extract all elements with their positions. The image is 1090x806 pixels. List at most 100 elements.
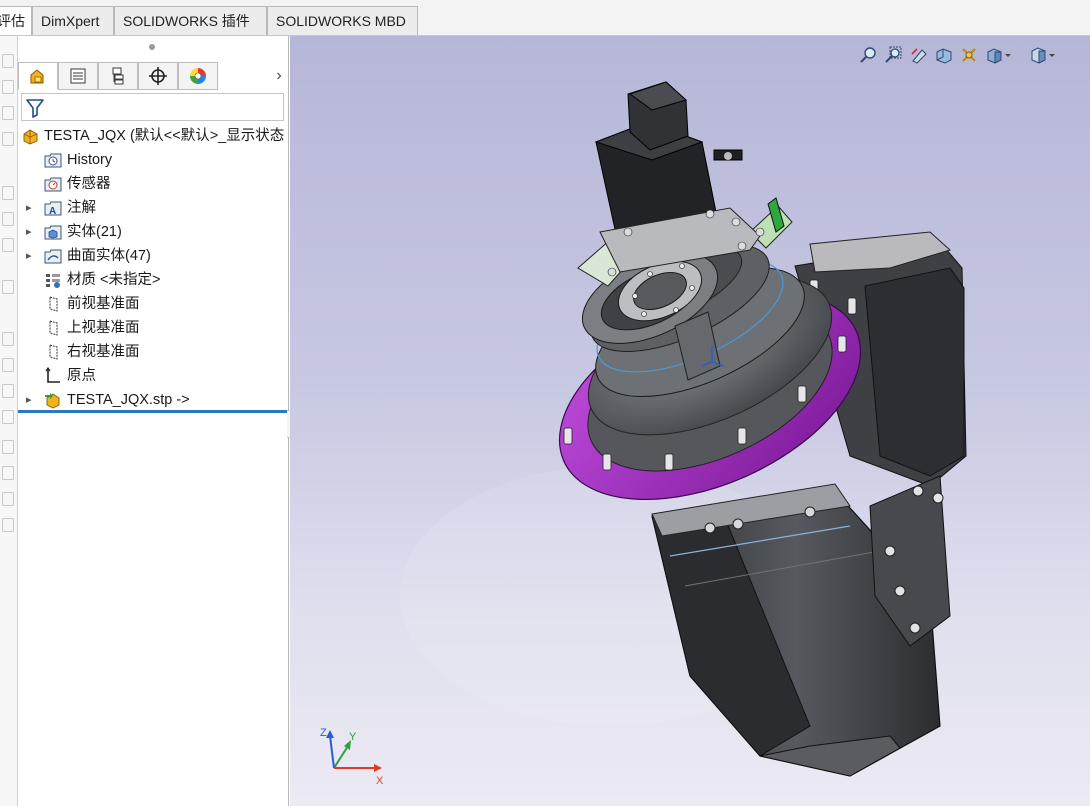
solidworks-window: 评估 DimXpert SOLIDWORKS 插件 SOLIDWORKS MBD (0, 0, 1090, 806)
dimxpert-manager-icon (149, 67, 167, 85)
tree-item-label: History (67, 152, 113, 168)
view-orientation-icon (987, 48, 1011, 64)
tab-evaluate[interactable]: 评估 (0, 6, 32, 35)
imported-part-icon (45, 393, 60, 409)
tab-solidworks-addins[interactable]: SOLIDWORKS 插件 (114, 6, 267, 35)
tab-dimxpert-manager[interactable] (138, 62, 178, 90)
plane-icon (49, 320, 58, 336)
reference-triad: X Y Z (320, 727, 384, 786)
heads-up-view-toolbar (858, 44, 1088, 70)
tree-item-top-plane[interactable]: 上视基准面 (18, 316, 289, 340)
triad-z-label: Z (320, 727, 327, 739)
toolbar-glyph (2, 492, 14, 506)
solid-bodies-folder-icon (44, 225, 62, 240)
tab-property-manager[interactable] (58, 62, 98, 90)
toolbar-glyph (2, 280, 14, 294)
triad-x-label: X (376, 775, 384, 786)
svg-text:A: A (49, 206, 56, 217)
tree-item-label: 注解 (67, 200, 96, 216)
tab-feature-manager[interactable] (18, 62, 58, 90)
surface-bodies-folder-icon (44, 249, 62, 264)
display-manager-icon (190, 68, 206, 84)
tree-item-history[interactable]: History (18, 148, 289, 172)
tab-configuration-manager[interactable] (98, 62, 138, 90)
sensors-folder-icon (44, 177, 62, 192)
tree-item-imported-step[interactable]: ▸ TESTA_JQX.stp -> (18, 388, 289, 412)
tree-item-origin[interactable]: 原点 (18, 364, 289, 388)
toolbar-glyph (2, 212, 14, 226)
command-manager-tabs: 评估 DimXpert SOLIDWORKS 插件 SOLIDWORKS MBD (0, 0, 1090, 36)
plane-icon (49, 296, 58, 312)
tree-item-label: TESTA_JQX.stp -> (67, 392, 190, 408)
zoom-to-area-icon (885, 46, 902, 63)
tree-item-surface-bodies[interactable]: ▸ 曲面实体(47) (18, 244, 289, 268)
zoom-to-fit-button[interactable] (858, 44, 880, 66)
display-style-icon (1031, 47, 1055, 64)
filter-icon (26, 99, 44, 118)
tree-item-label: 原点 (67, 368, 96, 384)
dynamic-annotation-icon (962, 48, 976, 62)
toolbar-glyph (2, 440, 14, 454)
origin-icon (45, 367, 60, 383)
feature-manager-tabs: › (18, 62, 289, 90)
toolbar-glyph (2, 132, 14, 146)
expand-arrow-icon[interactable]: ▸ (26, 226, 34, 238)
history-folder-icon (44, 153, 62, 168)
clipped-toolbar-strip (0, 36, 18, 806)
tree-item-front-plane[interactable]: 前视基准面 (18, 292, 289, 316)
tree-item-label: 材质 <未指定> (67, 272, 161, 288)
tree-item-label: 曲面实体(47) (67, 248, 151, 264)
expand-arrow-icon[interactable]: ▸ (26, 394, 34, 406)
section-view-button[interactable] (933, 44, 955, 66)
toolbar-glyph (2, 80, 14, 94)
tab-display-manager[interactable] (178, 62, 218, 90)
display-style-button[interactable] (1028, 44, 1058, 66)
tree-root-part[interactable]: TESTA_JQX (默认<<默认>_显示状态 (18, 124, 289, 148)
toolbar-glyph (2, 410, 14, 424)
expand-arrow-icon[interactable]: ▸ (26, 202, 34, 214)
plane-icon (49, 344, 58, 360)
tree-item-label: 右视基准面 (67, 344, 140, 360)
more-tabs-chevron[interactable]: › (270, 62, 288, 90)
tree-item-material[interactable]: 材质 <未指定> (18, 268, 289, 292)
annotations-folder-icon: A (44, 201, 62, 217)
part-name: TESTA_JQX (默认<<默认>_显示状态 (44, 128, 285, 144)
tree-filter-box[interactable] (21, 93, 284, 121)
tab-dimxpert[interactable]: DimXpert (32, 6, 114, 35)
feature-manager-icon (30, 69, 44, 84)
tree-item-sensors[interactable]: 传感器 (18, 172, 289, 196)
toolbar-glyph (2, 106, 14, 120)
toolbar-glyph (2, 186, 14, 200)
rollback-bar[interactable] (18, 410, 289, 413)
graphics-area[interactable]: X Y Z (290, 36, 1090, 806)
dynamic-annotation-button[interactable] (958, 44, 980, 66)
part-icon (23, 129, 38, 145)
configuration-manager-icon (112, 67, 124, 85)
triad-y-label: Y (349, 731, 357, 743)
toolbar-glyph (2, 54, 14, 68)
section-view-icon (936, 48, 952, 64)
zoom-to-fit-icon (860, 47, 876, 63)
feature-manager-panel: › TESTA_JQX (默认<<默认>_显示状态 History 传感器 ▸ … (18, 36, 289, 806)
toolbar-glyph (2, 238, 14, 252)
previous-view-icon (911, 48, 927, 64)
tree-item-right-plane[interactable]: 右视基准面 (18, 340, 289, 364)
expand-arrow-icon[interactable]: ▸ (26, 250, 34, 262)
3d-model-render[interactable] (290, 36, 1090, 806)
toolbar-glyph (2, 358, 14, 372)
previous-view-button[interactable] (908, 44, 930, 66)
panel-grip[interactable] (149, 44, 155, 50)
toolbar-glyph (2, 518, 14, 532)
tree-item-label: 传感器 (67, 176, 111, 192)
toolbar-glyph (2, 466, 14, 480)
tree-item-label: 实体(21) (67, 224, 122, 240)
view-orientation-button[interactable] (984, 44, 1014, 66)
property-manager-icon (70, 68, 86, 84)
toolbar-glyph (2, 384, 14, 398)
tree-item-annotations[interactable]: ▸ A 注解 (18, 196, 289, 220)
zoom-to-area-button[interactable] (883, 44, 905, 66)
tab-solidworks-mbd[interactable]: SOLIDWORKS MBD (267, 6, 418, 35)
material-icon (46, 274, 60, 288)
tree-item-label: 前视基准面 (67, 296, 140, 312)
tree-item-solid-bodies[interactable]: ▸ 实体(21) (18, 220, 289, 244)
